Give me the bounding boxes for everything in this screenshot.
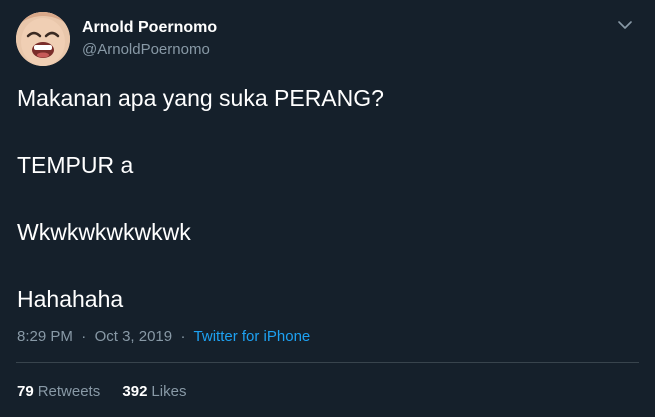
likes-stat[interactable]: 392 Likes xyxy=(122,382,186,402)
author-names: Arnold Poernomo @ArnoldPoernomo xyxy=(82,18,217,60)
retweets-count: 79 xyxy=(17,383,34,400)
tweet-date[interactable]: Oct 3, 2019 xyxy=(95,328,173,345)
tweet-text-line: Hahahaha xyxy=(17,286,124,312)
divider xyxy=(16,362,639,363)
chevron-down-icon xyxy=(618,20,632,29)
tweet-stats: 79 Retweets 392 Likes xyxy=(17,382,204,402)
tweet-menu-button[interactable] xyxy=(614,16,636,34)
author-handle[interactable]: @ArnoldPoernomo xyxy=(82,40,217,60)
likes-count: 392 xyxy=(122,383,148,400)
likes-label: Likes xyxy=(151,383,187,400)
tweet-card: Arnold Poernomo @ArnoldPoernomo Makanan … xyxy=(0,0,655,417)
tweet-text-line: Wkwkwkwkwkwk xyxy=(17,219,191,245)
tweet-text: Makanan apa yang suka PERANG? TEMPUR a W… xyxy=(17,82,637,350)
meta-separator: · xyxy=(77,328,91,345)
meta-separator: · xyxy=(176,328,190,345)
tweet-header: Arnold Poernomo @ArnoldPoernomo xyxy=(16,12,636,68)
author-display-name[interactable]: Arnold Poernomo xyxy=(82,18,217,38)
retweets-label: Retweets xyxy=(37,383,101,400)
tweet-metadata: 8:29 PM · Oct 3, 2019 · Twitter for iPho… xyxy=(17,327,310,347)
tweet-source-link[interactable]: Twitter for iPhone xyxy=(194,328,311,345)
retweets-stat[interactable]: 79 Retweets xyxy=(17,382,100,402)
tweet-text-line: Makanan apa yang suka PERANG? xyxy=(17,85,384,111)
tweet-text-line: TEMPUR a xyxy=(17,152,134,178)
avatar-face-icon xyxy=(16,12,70,66)
avatar[interactable] xyxy=(16,12,70,66)
tweet-time[interactable]: 8:29 PM xyxy=(17,328,73,345)
